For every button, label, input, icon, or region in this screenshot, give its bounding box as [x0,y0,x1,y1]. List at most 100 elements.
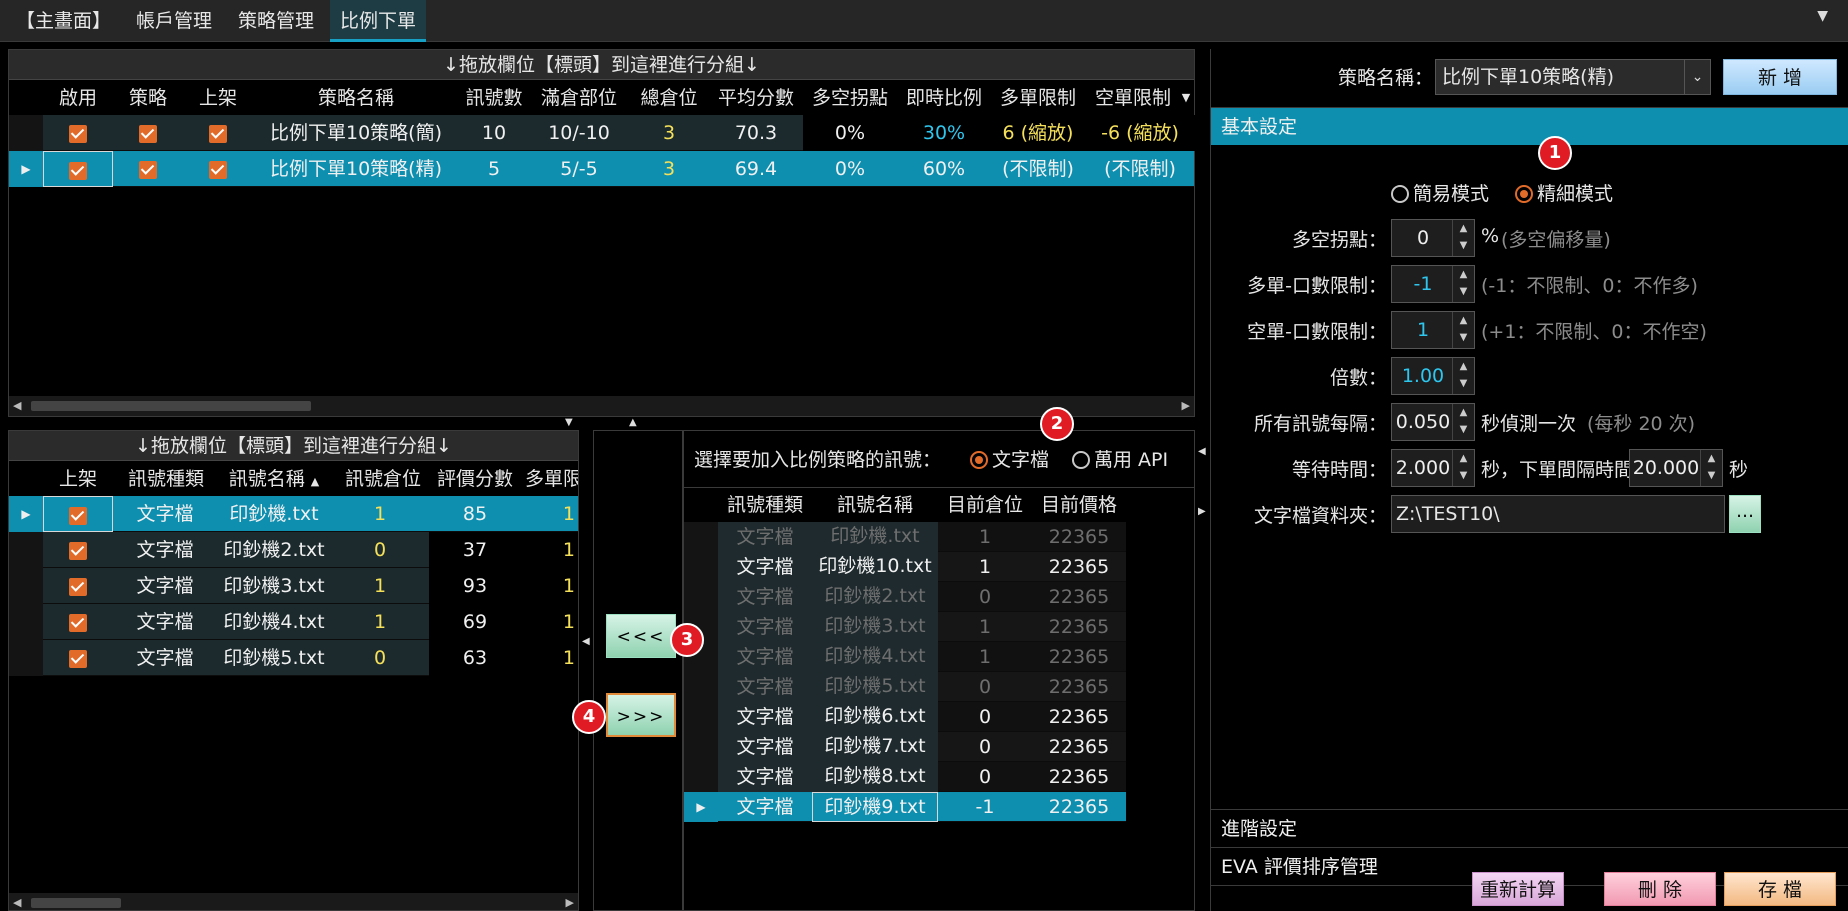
radio-universal-api[interactable]: 萬用 API [1072,445,1168,472]
scroll-right-icon[interactable]: ▶ [1182,396,1190,416]
row-header[interactable] [684,702,718,732]
col-signal-name[interactable]: 訊號名稱 [812,488,938,522]
listed-checkbox[interactable] [183,115,253,151]
listed-checkbox[interactable] [43,568,113,604]
signal-group-hint[interactable]: ↓拖放欄位【標頭】到這裡進行分組↓ [9,431,578,461]
signal-hscrollbar[interactable]: ◀ ▶ [9,893,578,910]
source-row[interactable]: 文字檔 印鈔機3.txt 1 22365 [684,612,1126,642]
delete-button[interactable]: 刪 除 [1604,872,1716,906]
save-button[interactable]: 存 檔 [1724,872,1836,906]
splitter-up-icon[interactable]: ▲ [629,417,637,428]
col-full-position[interactable]: 滿倉部位 [529,81,629,115]
col-long-limit[interactable]: 多單限 [525,462,578,496]
scroll-right-icon[interactable]: ▶ [566,893,574,910]
listed-checkbox[interactable] [43,604,113,640]
row-header[interactable] [684,552,718,582]
row-header[interactable] [684,522,718,552]
col-signal-position[interactable]: 訊號倉位 [337,462,429,496]
signal-row[interactable]: 文字檔 印鈔機5.txt 0 63 1 [9,640,578,676]
radio-detail-mode[interactable]: 精細模式 [1515,179,1613,206]
stepper-arrows-icon[interactable]: ▲ ▼ [1452,266,1474,302]
advanced-settings-header[interactable]: 進階設定 [1211,809,1848,847]
listed-checkbox[interactable] [183,151,253,187]
source-row[interactable]: 文字檔 印鈔機6.txt 0 22365 [684,702,1126,732]
col-dropdown-icon[interactable]: ▼ [1179,81,1193,115]
col-signal-name[interactable]: 訊號名稱 ▲ [217,462,331,496]
col-signal-count[interactable]: 訊號數 [459,81,529,115]
enable-checkbox[interactable] [43,151,113,187]
multiplier-stepper[interactable]: 1.00 ▲ ▼ [1391,357,1475,395]
scroll-left-icon[interactable]: ◀ [13,396,21,416]
stepper-arrows-icon[interactable]: ▲ ▼ [1700,450,1722,486]
col-current-position[interactable]: 目前倉位 [938,488,1032,522]
strategy-row[interactable]: 比例下單10策略(簡) 10 10/-10 3 70.3 0% 30% 6 (縮… [9,115,1195,151]
interval-stepper[interactable]: 0.050 ▲ ▼ [1391,403,1475,441]
remove-signal-button[interactable]: >>> [606,693,676,737]
splitter-left-icon[interactable]: ◀ [1198,446,1206,457]
row-header[interactable] [9,532,43,568]
menu-accounts[interactable]: 帳戶管理 [126,0,222,42]
browse-folder-button[interactable]: ... [1729,495,1761,533]
menu-main[interactable]: 【主畫面】 [6,0,121,42]
strategy-hscrollbar[interactable]: ◀ ▶ [9,396,1194,416]
menu-proportional-order[interactable]: 比例下單 [330,0,427,42]
source-row[interactable]: 文字檔 印鈔機2.txt 0 22365 [684,582,1126,612]
col-enable[interactable]: 啟用 [43,81,113,115]
scroll-thumb[interactable] [31,898,121,908]
col-listed[interactable]: 上架 [183,81,253,115]
col-score[interactable]: 評價分數 [429,462,521,496]
stepper-arrows-icon[interactable]: ▲ ▼ [1452,450,1474,486]
folder-input[interactable]: Z:\TEST10\ [1391,495,1725,533]
row-header[interactable] [684,672,718,702]
row-header[interactable] [9,640,43,676]
col-total-position[interactable]: 總倉位 [629,81,709,115]
stepper-arrows-icon[interactable]: ▲ ▼ [1452,312,1474,348]
radio-simple-mode[interactable]: 簡易模式 [1391,179,1489,206]
source-row[interactable]: 文字檔 印鈔機8.txt 0 22365 [684,762,1126,792]
row-header[interactable] [684,732,718,762]
signal-row[interactable]: 文字檔 印鈔機3.txt 1 93 1 [9,568,578,604]
long-limit-stepper[interactable]: -1 ▲ ▼ [1391,265,1475,303]
strategy-group-hint[interactable]: ↓拖放欄位【標頭】到這裡進行分組↓ [9,50,1194,80]
pivot-stepper[interactable]: 0 ▲ ▼ [1391,219,1475,257]
add-strategy-button[interactable]: 新 增 [1723,59,1837,95]
col-signal-type[interactable]: 訊號種類 [718,488,812,522]
short-limit-stepper[interactable]: 1 ▲ ▼ [1391,311,1475,349]
signal-row[interactable]: 文字檔 印鈔機4.txt 1 69 1 [9,604,578,640]
stepper-arrows-icon[interactable]: ▲ ▼ [1452,358,1474,394]
splitter-left-icon[interactable]: ◀ [582,636,590,647]
menu-strategy[interactable]: 策略管理 [228,0,324,42]
scroll-left-icon[interactable]: ◀ [13,893,21,910]
splitter-right-icon[interactable]: ▶ [1198,506,1206,517]
source-row-selected[interactable]: ▶ 文字檔 印鈔機9.txt -1 22365 [684,792,1126,822]
col-signal-type[interactable]: 訊號種類 [121,462,211,496]
source-row[interactable]: 文字檔 印鈔機7.txt 0 22365 [684,732,1126,762]
radio-text-file[interactable]: 文字檔 [970,445,1049,472]
scroll-thumb[interactable] [31,401,311,411]
source-row[interactable]: 文字檔 印鈔機10.txt 1 22365 [684,552,1126,582]
row-header[interactable] [684,582,718,612]
listed-checkbox[interactable] [43,640,113,676]
signal-row[interactable]: 文字檔 印鈔機2.txt 0 37 1 [9,532,578,568]
splitter-down-icon[interactable]: ▼ [565,417,573,428]
menu-dropdown-icon[interactable]: ▼ [1817,8,1828,24]
col-strategy-name[interactable]: 策略名稱 [253,81,459,115]
listed-checkbox[interactable] [43,532,113,568]
row-header[interactable] [9,568,43,604]
source-row[interactable]: 文字檔 印鈔機5.txt 0 22365 [684,672,1126,702]
signal-row-selected[interactable]: ▶ 文字檔 印鈔機.txt 1 85 1 [9,496,578,532]
row-header[interactable] [9,604,43,640]
col-pivot[interactable]: 多空拐點 [803,81,897,115]
basic-settings-header[interactable]: 基本設定 [1211,107,1848,145]
col-strategy[interactable]: 策略 [113,81,183,115]
strategy-checkbox[interactable] [113,115,183,151]
col-listed[interactable]: 上架 [43,462,113,496]
wait-stepper[interactable]: 2.000 ▲ ▼ [1391,449,1475,487]
row-header[interactable] [9,115,43,151]
col-current-price[interactable]: 目前價格 [1032,488,1126,522]
add-signal-button[interactable]: <<< [606,614,676,658]
listed-checkbox[interactable] [43,496,113,532]
order-interval-stepper[interactable]: 20.000 ▲ ▼ [1629,449,1723,487]
stepper-arrows-icon[interactable]: ▲ ▼ [1452,220,1474,256]
col-long-limit[interactable]: 多單限制 [991,81,1085,115]
